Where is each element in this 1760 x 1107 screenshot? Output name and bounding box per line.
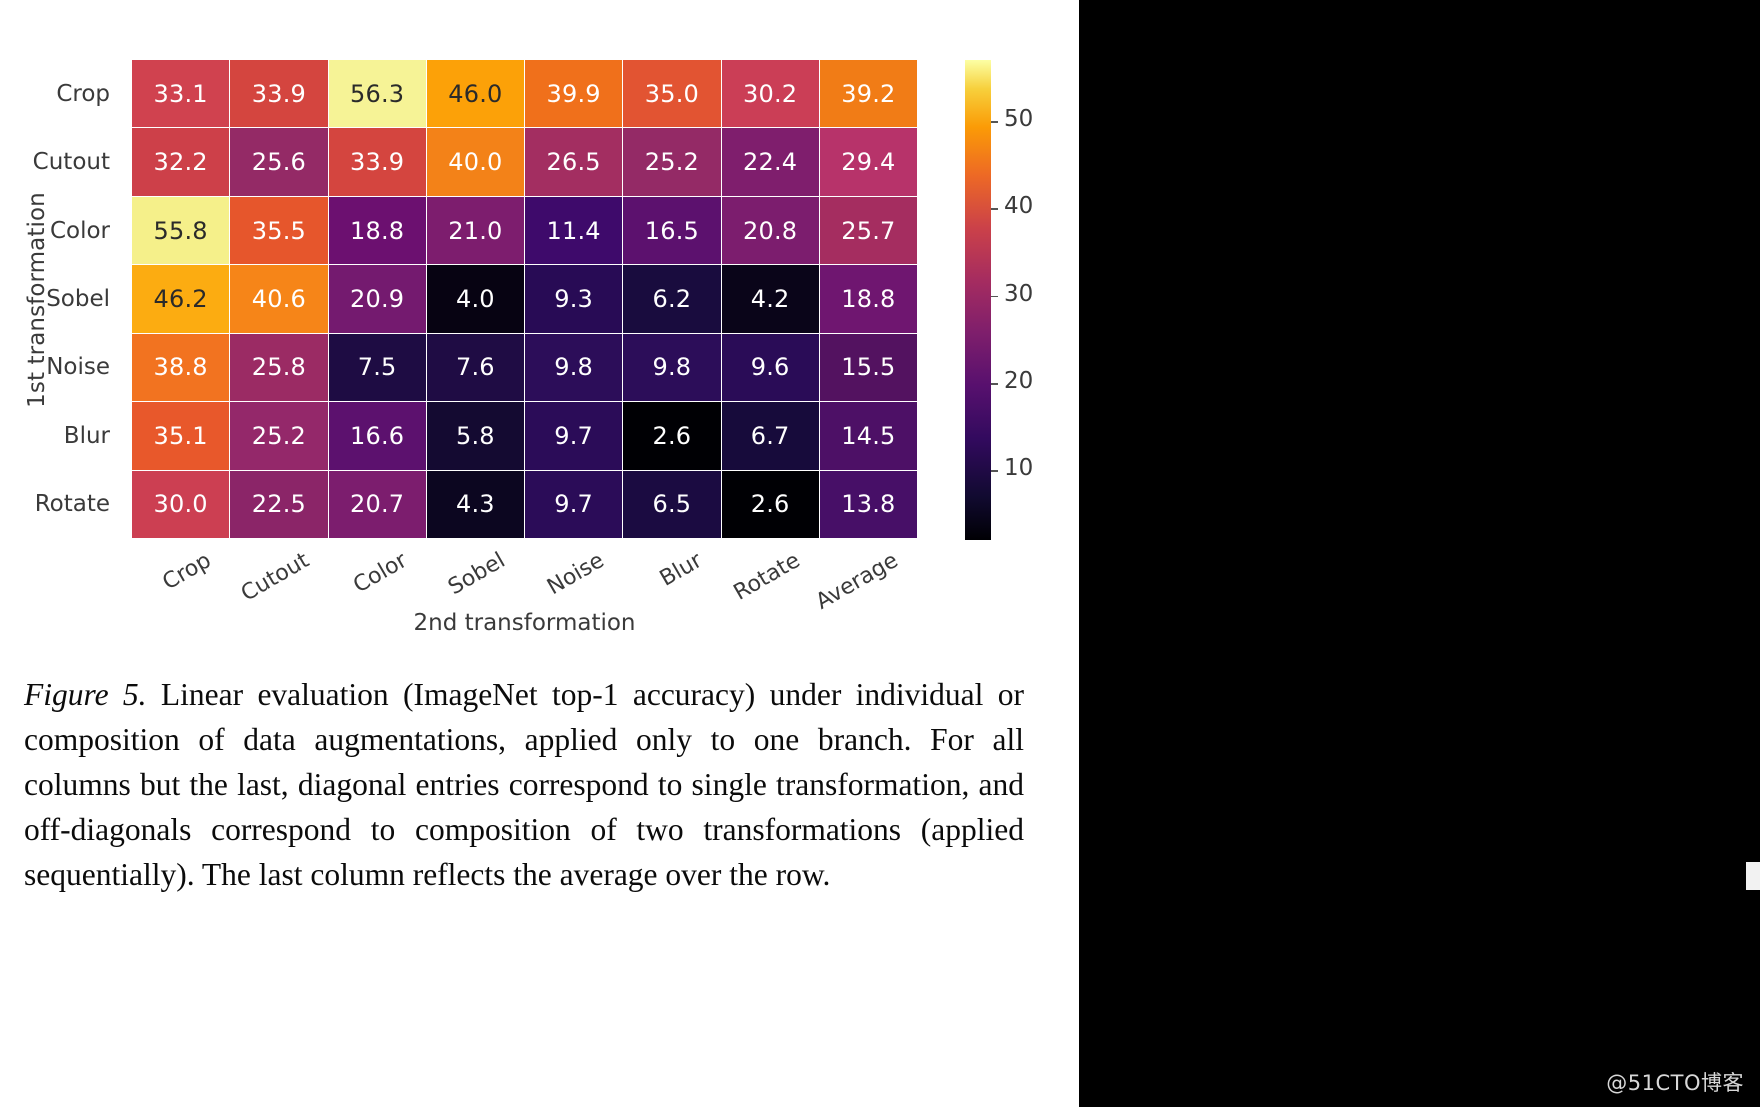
heatmap-cell: 18.8 [328,196,426,265]
colorbar-tick: 40 [991,193,1071,219]
colorbar-tick: 50 [991,106,1071,132]
heatmap-cell: 30.2 [721,60,819,128]
heatmap-figure: 1st transformation Crop Cutout Color Sobel N… [0,0,1079,660]
y-tick-label: Blur [63,422,110,449]
y-tick-label: Noise [46,354,110,381]
colorbar-tick: 30 [991,281,1071,307]
colorbar-tick-label: 10 [1004,455,1034,482]
heatmap-grid: 33.1 33.9 56.3 46.0 39.9 35.0 30.2 39.2 32.2 25.6… [132,60,917,538]
x-axis-title: 2nd transformation [413,610,636,636]
heatmap-cell: 30.0 [132,470,230,538]
heatmap-cell: 21.0 [426,196,524,265]
y-tick-label: Cutout [32,149,110,176]
watermark-label: @51CTO博客 [1606,1071,1744,1095]
x-tick-label: Noise [542,548,609,601]
document-page: 1st transformation Crop Cutout Color Sobel N… [0,0,1079,1107]
heatmap-cell: 6.7 [721,402,819,470]
x-tick-label: Sobel [444,548,510,601]
heatmap-cell: 9.6 [721,333,819,402]
heatmap-cell: 20.7 [328,470,426,538]
colorbar-tick-label: 20 [1004,367,1034,394]
heatmap-cell: 15.5 [819,333,917,402]
y-tick-label: Color [49,217,110,244]
heatmap-cell: 9.8 [623,333,721,402]
y-tick-label: Rotate [34,490,110,517]
colorbar-tick: 10 [991,455,1071,481]
figure-caption: Figure 5. Linear evaluation (ImageNet to… [24,672,1024,897]
heatmap-cell: 25.2 [230,402,328,470]
x-tick-label: Cutout [237,548,314,607]
x-tick-label: Color [349,548,412,599]
colorbar-tick-mark [991,470,998,472]
heatmap-cell: 4.2 [721,265,819,333]
heatmap-cell: 6.5 [623,470,721,538]
heatmap-cell: 9.8 [525,333,623,402]
heatmap-cell: 33.9 [230,60,328,128]
colorbar-tick-label: 30 [1004,280,1034,307]
caption-body: Linear evaluation (ImageNet top-1 accura… [24,677,1024,892]
heatmap-cell: 9.7 [525,402,623,470]
heatmap-cell: 18.8 [819,265,917,333]
y-tick-label: Sobel [46,285,110,312]
colorbar-tick-mark [991,208,998,210]
heatmap-cell: 35.0 [623,60,721,128]
colorbar-tick-mark [991,382,998,385]
heatmap-cell: 35.5 [230,196,328,265]
colorbar: 10 20 30 40 50 [965,60,1075,540]
heatmap-cell: 56.3 [328,60,426,128]
heatmap-cell: 4.0 [426,265,524,333]
heatmap-cell: 9.3 [525,265,623,333]
heatmap-cell: 40.0 [426,128,524,196]
heatmap-cell: 26.5 [525,128,623,196]
heatmap-cell: 25.6 [230,128,328,196]
heatmap-cell: 46.2 [132,265,230,333]
heatmap-cell: 33.9 [328,128,426,196]
heatmap-cell: 16.6 [328,402,426,470]
heatmap-cell: 4.3 [426,470,524,538]
heatmap-cell: 25.7 [819,196,917,265]
heatmap-cell: 25.2 [623,128,721,196]
heatmap-cell: 32.2 [132,128,230,196]
colorbar-gradient [965,60,991,540]
heatmap-cell: 9.7 [525,470,623,538]
heatmap-cell: 11.4 [525,196,623,265]
heatmap-cell: 22.5 [230,470,328,538]
heatmap-cell: 29.4 [819,128,917,196]
colorbar-tick: 20 [991,368,1071,394]
x-tick-label: Blur [655,548,707,592]
heatmap-cell: 25.8 [230,333,328,402]
heatmap-cell: 20.9 [328,265,426,333]
y-tick-label: Crop [56,81,110,108]
heatmap-cell: 16.5 [623,196,721,265]
heatmap-cell: 39.9 [525,60,623,128]
heatmap-cell: 5.8 [426,402,524,470]
heatmap-cell: 2.6 [623,402,721,470]
y-axis-tick-labels: Crop Cutout Color Sobel Noise Blur Rotate [0,60,122,538]
colorbar-tick-label: 50 [1004,106,1034,133]
colorbar-tick-label: 40 [1004,193,1034,220]
x-tick-label: Average [811,548,903,615]
heatmap-cell: 14.5 [819,402,917,470]
colorbar-tick-mark [991,121,998,123]
heatmap-cell: 55.8 [132,196,230,265]
heatmap-cell: 35.1 [132,402,230,470]
heatmap-cell: 6.2 [623,265,721,333]
heatmap-cell: 20.8 [721,196,819,265]
heatmap-cell: 39.2 [819,60,917,128]
colorbar-tick-mark [991,295,998,298]
heatmap-cell: 2.6 [721,470,819,538]
heatmap-cell: 7.6 [426,333,524,402]
heatmap-cell: 33.1 [132,60,230,128]
figure-number: Figure 5. [24,677,147,712]
heatmap-cell: 38.8 [132,333,230,402]
heatmap-cell: 7.5 [328,333,426,402]
heatmap-cell: 22.4 [721,128,819,196]
x-tick-label: Rotate [729,548,805,606]
x-tick-label: Crop [158,548,216,596]
heatmap-cell: 13.8 [819,470,917,538]
heatmap-cell: 40.6 [230,265,328,333]
heatmap-cell: 46.0 [426,60,524,128]
page-edge-marker [1746,862,1760,890]
